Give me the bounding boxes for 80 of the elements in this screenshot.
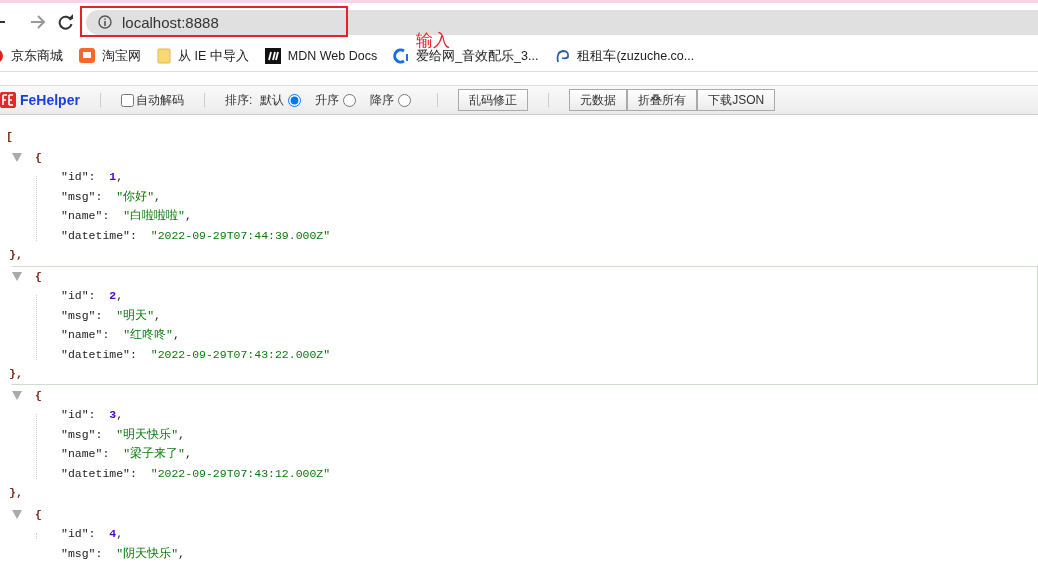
info-icon [98, 15, 112, 29]
json-key: "msg": [61, 546, 103, 560]
toolbar-button[interactable]: 下载JSON [697, 89, 776, 111]
fehelper-logo-icon [0, 92, 16, 108]
json-bracket: }, [9, 486, 23, 500]
comma: , [116, 408, 124, 422]
sort-label: 排序: [224, 91, 253, 109]
collapse-toggle-icon[interactable] [12, 152, 22, 162]
brand-name: FeHelper [20, 92, 80, 108]
comma: , [172, 328, 180, 342]
json-value: 4 [109, 527, 117, 541]
bookmark-link[interactable]: 爱给网_音效配乐_3... [393, 47, 539, 65]
bookmark-link[interactable]: 淘宝网 [79, 47, 141, 65]
json-value: 1 [109, 170, 117, 184]
sort-radio[interactable] [288, 93, 302, 107]
comma: , [116, 289, 124, 303]
comma: , [154, 308, 161, 322]
comma: , [154, 189, 161, 203]
comma: , [116, 527, 124, 541]
json-value: "明天快乐" [116, 426, 179, 442]
comma: , [178, 546, 185, 560]
mdn-logo-icon [264, 48, 281, 64]
json-value: "红咚咚" [123, 327, 173, 343]
json-value: "明天" [116, 307, 155, 323]
bookmark-link[interactable]: 租租车(zuzuche.co... [554, 47, 695, 65]
sort-option-label: 降序 [370, 91, 395, 109]
json-key: "datetime": [61, 228, 137, 242]
json-bracket: { [35, 388, 42, 402]
reload-icon[interactable] [58, 14, 74, 30]
comma: , [184, 209, 192, 223]
json-bracket: [ [6, 130, 13, 144]
toolbar-button[interactable]: 元数据 [569, 89, 628, 111]
auto-decode-label: 自动解码 [135, 91, 184, 109]
url-text: localhost:8888 [122, 13, 219, 31]
json-key: "datetime": [61, 347, 137, 361]
json-value: 3 [109, 408, 117, 422]
json-key: "id": [61, 527, 96, 541]
json-bracket: { [35, 150, 42, 164]
json-bracket: }, [9, 367, 23, 381]
json-value: 2 [109, 289, 117, 303]
sort-option-label: 升序 [315, 91, 340, 109]
bookmark-link[interactable]: 京东商城 [0, 47, 63, 65]
json-bracket: { [35, 507, 42, 521]
json-key: "id": [61, 408, 96, 422]
comma: , [116, 170, 124, 184]
auto-decode-checkbox[interactable] [120, 93, 134, 107]
json-value: "梁子来了" [123, 446, 185, 462]
json-key: "id": [61, 289, 96, 303]
toolbar-button[interactable]: 折叠所有 [627, 89, 698, 111]
comma: , [184, 447, 192, 461]
collapse-toggle-icon[interactable] [12, 509, 22, 519]
comma: , [178, 427, 185, 441]
json-value: "2022-09-29T07:43:22.000Z" [150, 347, 331, 361]
collapse-toggle-icon[interactable] [12, 390, 22, 400]
json-value: "你好" [116, 188, 155, 204]
json-key: "name": [61, 328, 110, 342]
sort-radio[interactable] [343, 93, 357, 107]
folder-icon [157, 48, 171, 64]
json-bracket: }, [9, 248, 23, 262]
json-value: "阴天快乐" [116, 545, 179, 561]
json-key: "msg": [61, 189, 103, 203]
bookmark-link[interactable]: MDN Web Docs [264, 48, 378, 64]
bookmark-link[interactable]: 从 IE 中导入 [157, 47, 249, 65]
json-key: "datetime": [61, 466, 137, 480]
json-value: "2022-09-29T07:43:12.000Z" [150, 466, 331, 480]
json-key: "name": [61, 209, 110, 223]
json-key: "msg": [61, 308, 103, 322]
json-value: "2022-09-29T07:44:39.000Z" [150, 228, 331, 242]
taobao-logo-icon [79, 48, 95, 64]
json-key: "msg": [61, 427, 103, 441]
fix-encoding-button[interactable]: 乱码修正 [458, 89, 529, 111]
annotation-text: 输入 [416, 32, 450, 49]
json-key: "id": [61, 170, 96, 184]
collapse-toggle-icon[interactable] [12, 271, 22, 281]
json-value: "白啦啦啦" [123, 208, 185, 224]
sort-option-label: 默认 [260, 91, 285, 109]
json-key: "name": [61, 447, 110, 461]
forward-arrow-icon[interactable] [30, 14, 46, 30]
sort-radio[interactable] [398, 93, 412, 107]
json-bracket: { [35, 269, 42, 283]
